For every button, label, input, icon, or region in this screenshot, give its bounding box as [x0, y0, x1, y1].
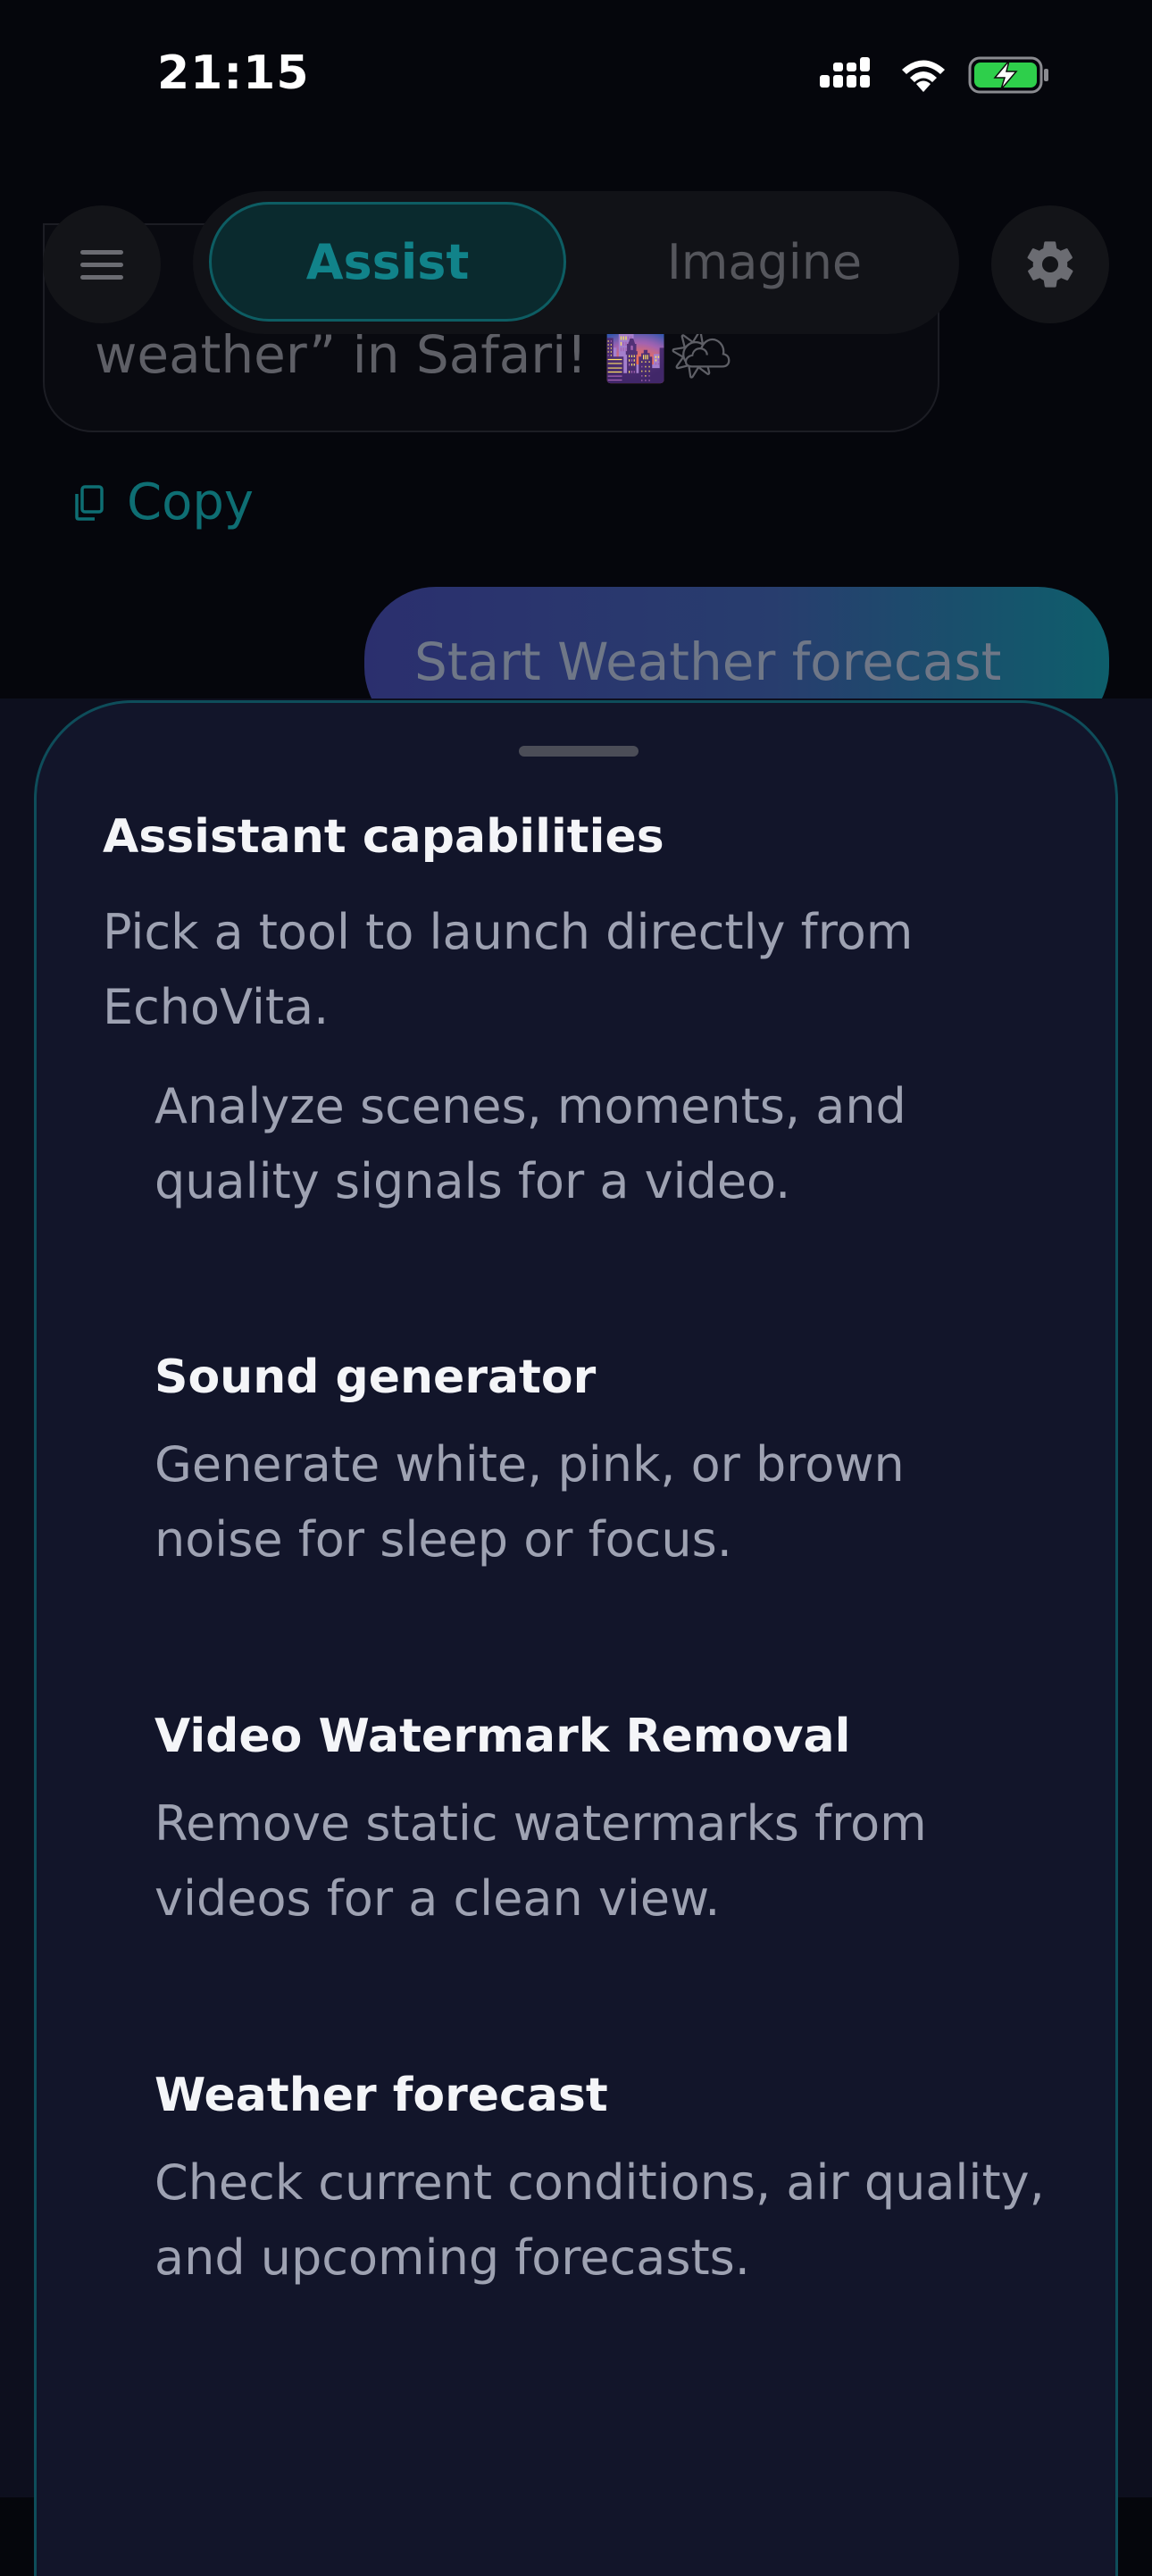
tool-title: Weather forecast — [154, 2069, 608, 2122]
sheet-title: Assistant capabilities — [103, 810, 664, 864]
menu-button[interactable] — [43, 205, 161, 323]
mode-switcher: Assist Imagine — [193, 191, 959, 334]
tool-video-analysis[interactable]: Analyze scenes, moments, and quality sig… — [154, 1069, 1048, 1219]
battery-charging-icon — [968, 56, 1048, 94]
tool-description: Remove static watermarks from videos for… — [154, 1795, 927, 1927]
hamburger-menu-icon — [80, 250, 123, 280]
status-time: 21:15 — [157, 46, 310, 100]
tool-sound-generator[interactable]: Sound generator Generate white, pink, or… — [154, 1351, 1048, 1577]
settings-button[interactable] — [991, 205, 1109, 323]
tab-assist[interactable]: Assist — [209, 202, 566, 322]
sheet-grabber[interactable] — [519, 746, 639, 757]
user-message-bubble: Start Weather forecast — [364, 587, 1109, 698]
wifi-icon — [902, 60, 945, 92]
tool-title: Video Watermark Removal — [154, 1710, 851, 1763]
tool-description: Analyze scenes, moments, and quality sig… — [154, 1078, 906, 1209]
tool-description: Generate white, pink, or brown noise for… — [154, 1436, 905, 1568]
cellular-signal-icon — [820, 57, 870, 88]
tool-weather-forecast[interactable]: Weather forecast Check current condition… — [154, 2069, 1048, 2296]
status-icons — [820, 55, 1050, 95]
copy-label: Copy — [127, 473, 255, 531]
header: Assist Imagine — [0, 179, 1152, 339]
capabilities-sheet: Assistant capabilities Pick a tool to la… — [34, 700, 1118, 2576]
tool-video-watermark-removal[interactable]: Video Watermark Removal Remove static wa… — [154, 1710, 1048, 1936]
tool-description: Check current conditions, air quality, a… — [154, 2154, 1045, 2286]
copy-button[interactable]: Copy — [71, 473, 254, 531]
tool-title: Sound generator — [154, 1351, 597, 1404]
gear-icon — [1027, 241, 1073, 288]
sheet-subtitle: Pick a tool to launch directly from Echo… — [103, 904, 914, 1035]
tab-imagine[interactable]: Imagine — [586, 202, 943, 322]
copy-icon — [75, 484, 104, 521]
status-bar: 21:15 — [0, 0, 1152, 152]
user-message-text: Start Weather forecast — [414, 631, 1002, 692]
